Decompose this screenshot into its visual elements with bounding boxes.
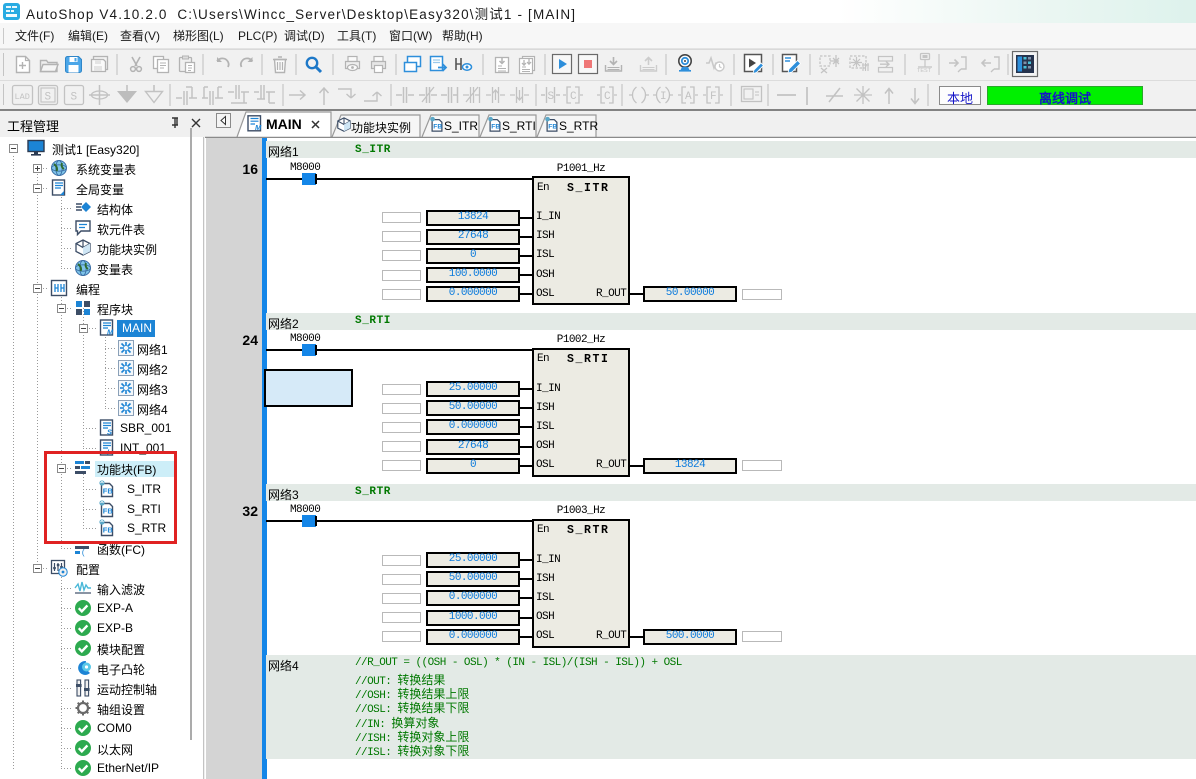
svg-text:I: I xyxy=(660,91,667,103)
svg-text:FB: FB xyxy=(548,124,557,131)
svg-text:S: S xyxy=(71,92,78,104)
svg-text:TEST: TEST xyxy=(917,68,932,74)
svg-text:C: C xyxy=(570,91,577,103)
svg-text:S: S xyxy=(107,428,112,437)
svg-text:S: S xyxy=(548,91,555,103)
svg-text:C: C xyxy=(604,91,611,103)
svg-text:M: M xyxy=(107,328,114,337)
svg-text:S: S xyxy=(45,92,52,104)
svg-text:( ): ( ) xyxy=(81,549,92,557)
svg-text:F: F xyxy=(710,91,717,103)
svg-text:M: M xyxy=(255,123,262,132)
svg-text:LAD: LAD xyxy=(15,92,30,102)
svg-text:FB: FB xyxy=(491,124,500,131)
svg-text:A: A xyxy=(685,91,692,103)
svg-text:FB: FB xyxy=(433,124,442,131)
